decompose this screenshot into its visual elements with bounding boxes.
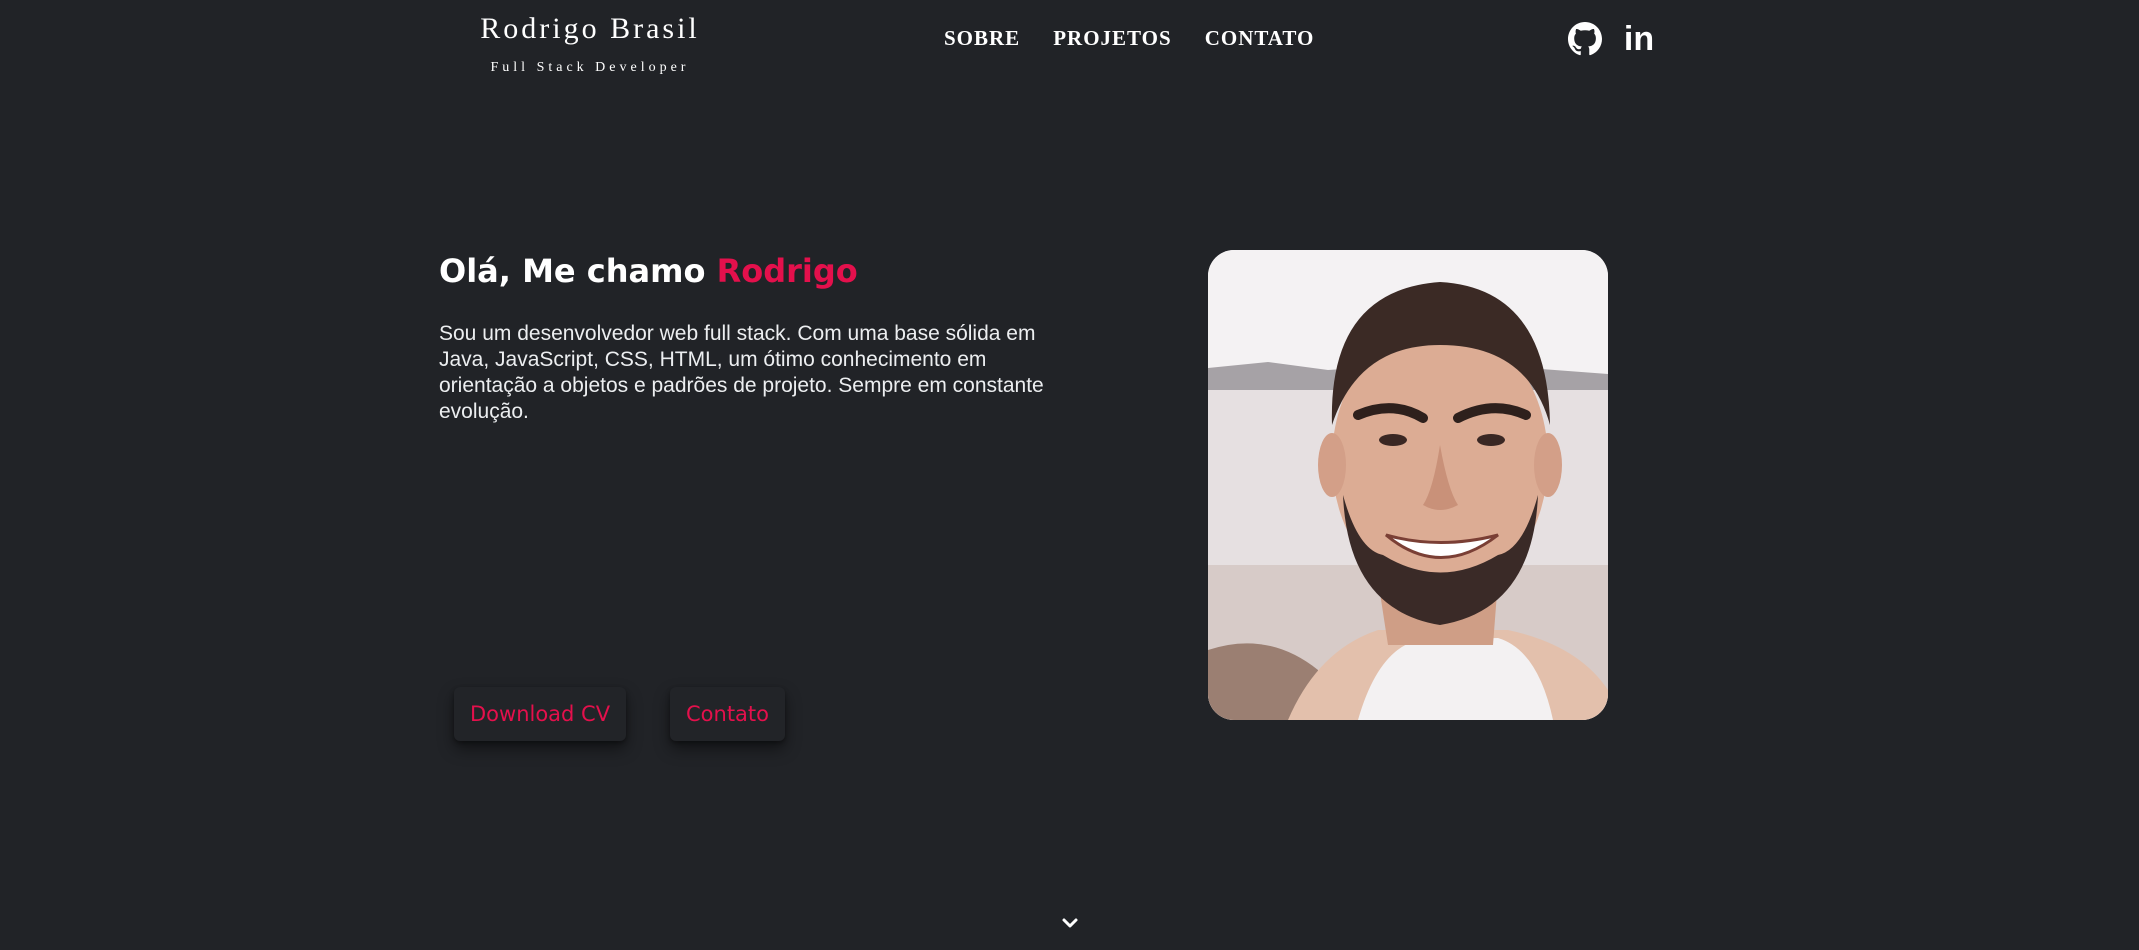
download-cv-button[interactable]: Download CV (454, 687, 627, 741)
nav-item-contato[interactable]: CONTATO (1205, 26, 1315, 51)
nav-item-projetos[interactable]: PROJETOS (1053, 26, 1171, 51)
brand-name: Rodrigo Brasil (480, 12, 700, 45)
nav-item-sobre[interactable]: SOBRE (944, 26, 1020, 51)
hero-description: Sou um desenvolvedor web full stack. Com… (439, 322, 1044, 423)
brand-logo[interactable]: Rodrigo Brasil Full Stack Developer (440, 10, 740, 76)
hero-name: Rodrigo (716, 252, 858, 290)
chevron-down-icon[interactable] (1060, 913, 1080, 933)
brand-subtitle: Full Stack Developer (490, 60, 690, 75)
linkedin-glyph: in (1623, 20, 1655, 58)
hero-greeting: Olá, Me chamo (439, 252, 717, 290)
linkedin-icon[interactable]: in (1622, 22, 1656, 56)
profile-photo (1208, 250, 1608, 720)
main-nav: SOBRE PROJETOS CONTATO (944, 26, 1314, 51)
profile-photo-illustration (1208, 250, 1608, 720)
github-icon-svg (1568, 22, 1602, 56)
hero-title: Olá, Me chamo Rodrigo (439, 252, 858, 290)
social-links: in (1568, 22, 1656, 56)
contact-button[interactable]: Contato (670, 687, 786, 741)
chevron-down-svg (1062, 918, 1078, 928)
github-icon[interactable] (1568, 22, 1602, 56)
